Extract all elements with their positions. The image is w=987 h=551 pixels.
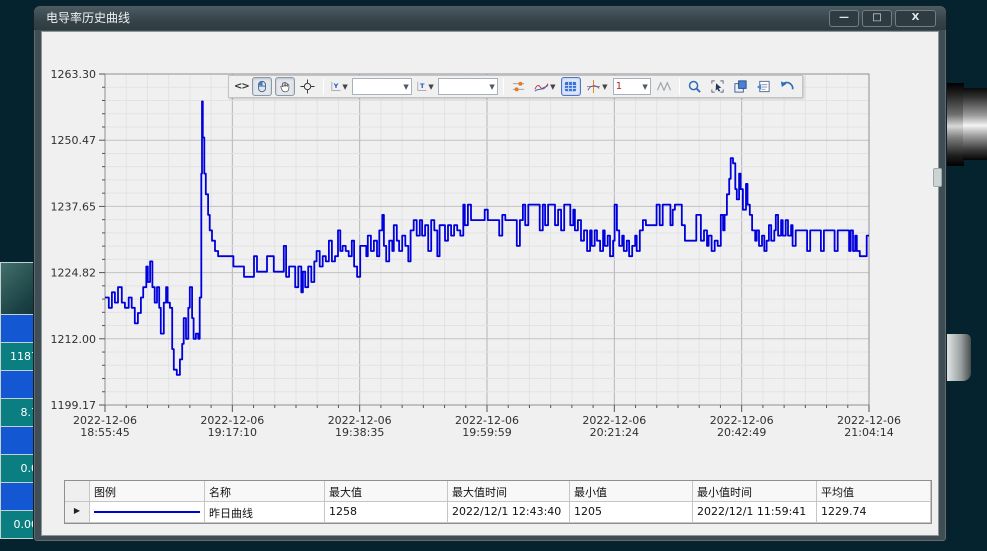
- svg-text:1263.30: 1263.30: [51, 68, 97, 81]
- svg-text:21:04:14: 21:04:14: [844, 426, 893, 439]
- undo-arrow-icon: [779, 79, 795, 94]
- svg-text:18:55:45: 18:55:45: [80, 426, 129, 439]
- select-region-button[interactable]: [708, 77, 728, 96]
- axes-count-combobox[interactable]: 1▼: [613, 78, 651, 95]
- trend-window: 电导率历史曲线 — □ X 1263.30 1250.47 1237.65 1224.…: [33, 5, 947, 542]
- cell-max-time: 2022/12/1 12:43:40: [448, 502, 570, 523]
- legend-line: [94, 511, 200, 513]
- wave-icon: [656, 79, 672, 94]
- grid-toggle-button[interactable]: [561, 77, 581, 96]
- chevron-down-icon: ▼: [602, 83, 607, 91]
- table-corner-cell: [65, 481, 90, 502]
- export-icon: [733, 79, 748, 94]
- close-button[interactable]: X: [895, 10, 936, 27]
- y-axis-icon: Y: [330, 79, 342, 94]
- toolbar-separator: [323, 78, 324, 95]
- col-header-max[interactable]: 最大值: [325, 481, 448, 502]
- hand-icon: [278, 79, 292, 94]
- t-axis-combobox[interactable]: ▼: [438, 78, 498, 95]
- sliders-icon: [511, 79, 526, 94]
- col-header-max-time[interactable]: 最大值时间: [448, 481, 570, 502]
- magnifier-icon: [687, 79, 702, 94]
- grid-icon: [563, 79, 578, 94]
- cell-min-time: 2022/12/1 11:59:41: [693, 502, 817, 523]
- chevron-down-icon: ▼: [428, 83, 433, 91]
- svg-text:1212.00: 1212.00: [51, 333, 97, 346]
- curves-icon: [534, 79, 549, 94]
- chevron-down-icon: ▼: [642, 83, 647, 91]
- select-region-icon: [710, 79, 725, 94]
- toolbar-separator: [503, 78, 504, 95]
- zoom-button[interactable]: [685, 77, 705, 96]
- cell-max-value: 1258: [325, 502, 448, 523]
- report-page-icon: [756, 79, 771, 94]
- col-header-min[interactable]: 最小值: [570, 481, 693, 502]
- axes-count-button[interactable]: ▼: [584, 77, 610, 96]
- minimize-button[interactable]: —: [829, 10, 859, 27]
- report-button[interactable]: [754, 77, 774, 96]
- export-button[interactable]: [731, 77, 751, 96]
- pipe-flange-graphic: [945, 83, 964, 166]
- curve-style-button[interactable]: ▼: [532, 77, 558, 96]
- svg-text:20:42:49: 20:42:49: [717, 426, 766, 439]
- cell-min-value: 1205: [570, 502, 693, 523]
- window-title: 电导率历史曲线: [46, 11, 130, 25]
- chevron-down-icon: ▼: [550, 83, 555, 91]
- svg-text:1237.65: 1237.65: [51, 200, 97, 213]
- wave-button[interactable]: [654, 77, 674, 96]
- mouse-mode-button[interactable]: [252, 77, 272, 96]
- maximize-button[interactable]: □: [862, 10, 892, 27]
- toolbar-separator: [679, 78, 680, 95]
- col-header-min-time[interactable]: 最小值时间: [693, 481, 817, 502]
- chevron-down-icon: ▼: [342, 83, 347, 91]
- col-header-avg[interactable]: 平均值: [817, 481, 931, 502]
- svg-text:Y: Y: [332, 82, 338, 90]
- pipe-graphic: [963, 88, 987, 160]
- svg-text:1199.17: 1199.17: [51, 399, 97, 412]
- window-titlebar[interactable]: 电导率历史曲线: [34, 6, 946, 30]
- y-axis-combobox[interactable]: ▼: [352, 78, 412, 95]
- mouse-icon: [255, 79, 269, 94]
- window-client-area: 1263.30 1250.47 1237.65 1224.82 1212.00 1199.…: [41, 31, 939, 536]
- svg-text:19:59:59: 19:59:59: [462, 426, 511, 439]
- hand-pan-button[interactable]: [275, 77, 295, 96]
- y-axis-select-button[interactable]: Y▼: [329, 77, 349, 96]
- row-selector[interactable]: ▶: [65, 502, 90, 523]
- svg-text:20:21:24: 20:21:24: [590, 426, 639, 439]
- col-header-legend[interactable]: 图例: [90, 481, 205, 502]
- svg-text:19:17:10: 19:17:10: [208, 426, 257, 439]
- svg-text:1224.82: 1224.82: [51, 267, 97, 280]
- svg-text:1250.47: 1250.47: [51, 134, 97, 147]
- window-controls: — □ X: [829, 10, 936, 27]
- t-axis-icon: T: [416, 79, 428, 94]
- legend-cell: [90, 502, 205, 523]
- cell-avg-value: 1229.74: [817, 502, 931, 523]
- chevron-down-icon: ▼: [403, 83, 408, 91]
- crosshair-button[interactable]: [298, 77, 318, 96]
- trend-plot[interactable]: 1263.30 1250.47 1237.65 1224.82 1212.00 1199.…: [42, 32, 939, 478]
- sliders-button[interactable]: [509, 77, 529, 96]
- undo-button[interactable]: [777, 77, 797, 96]
- axes-icon: [586, 79, 601, 94]
- t-axis-select-button[interactable]: T▼: [415, 77, 435, 96]
- chart-toolbar: <> Y▼ ▼ T▼ ▼: [228, 75, 803, 98]
- crosshair-icon: [300, 79, 315, 94]
- svg-text:T: T: [420, 82, 425, 90]
- col-header-name[interactable]: 名称: [205, 481, 325, 502]
- pan-handle-icon[interactable]: <>: [234, 81, 249, 92]
- chevron-down-icon: ▼: [489, 83, 494, 91]
- cell-series-name: 昨日曲线: [205, 502, 325, 523]
- edge-tab-graphic: [933, 168, 942, 187]
- legend-table: 图例 名称 最大值 最大值时间 最小值 最小值时间 平均值 ▶ 昨日曲线 125…: [64, 480, 932, 524]
- svg-text:19:38:35: 19:38:35: [335, 426, 384, 439]
